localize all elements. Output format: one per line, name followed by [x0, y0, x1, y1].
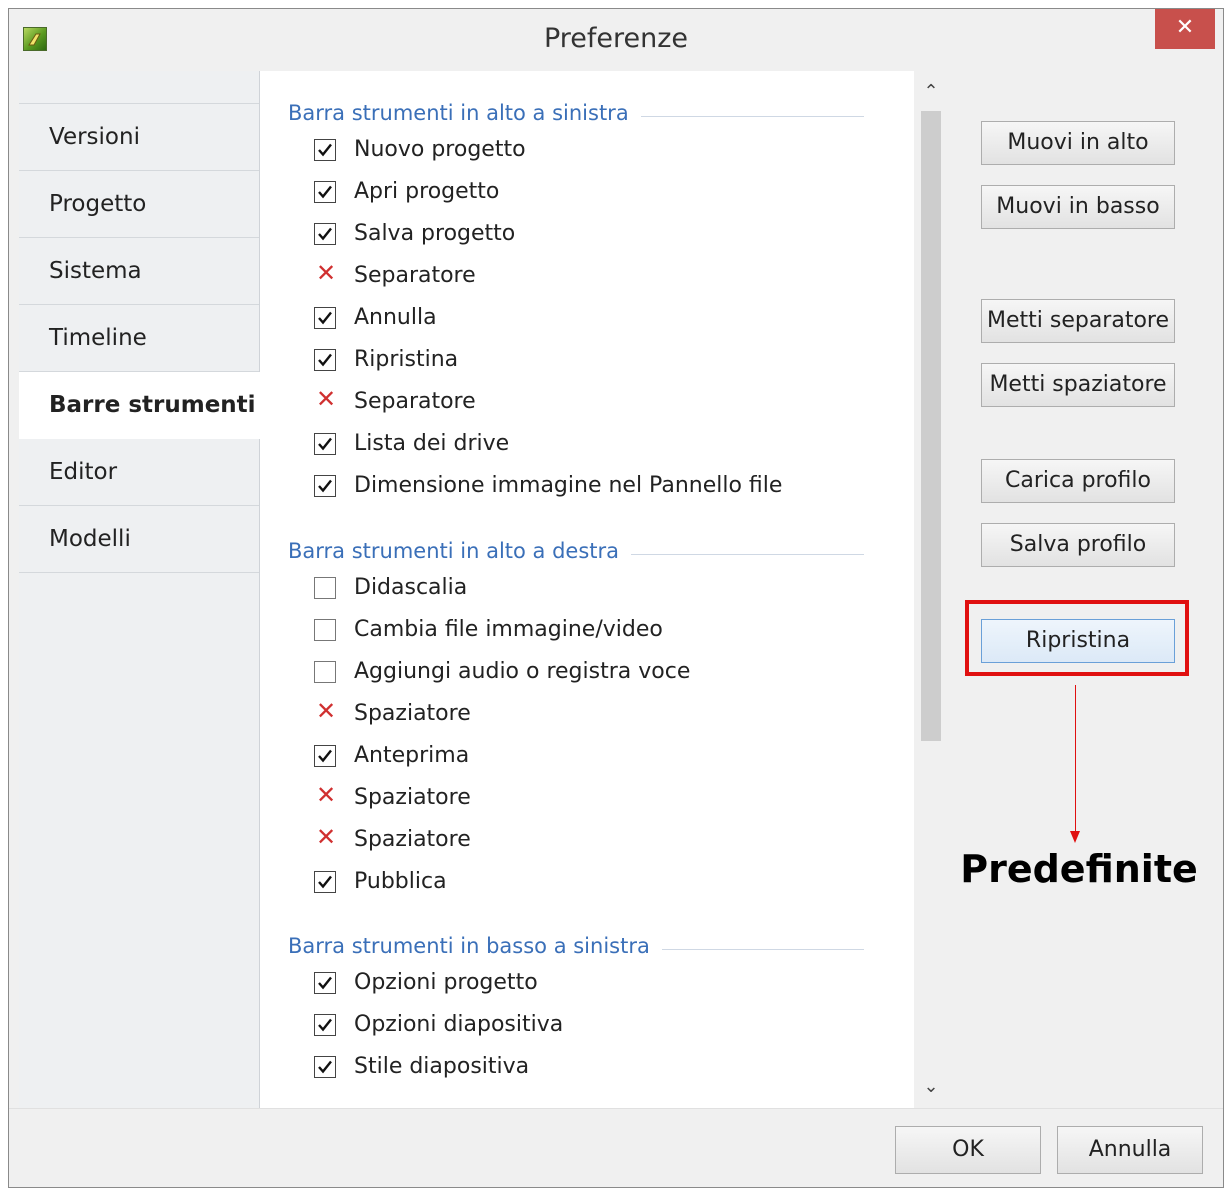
- toolbar-items-panel: Barra strumenti in alto a sinistra Nuovo …: [260, 71, 914, 1108]
- group-header: Barra strumenti in alto a sinistra: [288, 101, 864, 131]
- sidebar-item-timeline[interactable]: Timeline: [19, 305, 259, 372]
- list-item-label: Separatore: [354, 389, 476, 414]
- load-profile-button[interactable]: Carica profilo: [981, 459, 1175, 503]
- checkbox-empty-icon[interactable]: [314, 619, 336, 641]
- list-item-label: Stile diapositiva: [354, 1054, 530, 1079]
- sidebar-item-progetto[interactable]: Progetto: [19, 171, 259, 238]
- list-item-label: Separatore: [354, 263, 476, 288]
- vertical-scrollbar[interactable]: ⌃ ⌄: [915, 71, 947, 1108]
- list-item-label: Spaziatore: [354, 701, 471, 726]
- save-profile-button[interactable]: Salva profilo: [981, 523, 1175, 567]
- arrow-head-icon: [1070, 831, 1080, 843]
- list-item-label: Ripristina: [354, 347, 459, 372]
- checkbox-empty-icon[interactable]: [314, 577, 336, 599]
- group-header: Barra strumenti in alto a destra: [288, 539, 864, 569]
- list-item-label: Didascalia: [354, 575, 468, 600]
- group-header: Barra strumenti in basso a sinistra: [288, 934, 864, 964]
- sidebar-item-editor[interactable]: Editor: [19, 439, 259, 506]
- red-x-icon[interactable]: ✕: [316, 261, 338, 285]
- list-item-label: Apri progetto: [354, 179, 500, 204]
- list-item-label: Opzioni progetto: [354, 970, 538, 995]
- close-button[interactable]: ✕: [1155, 9, 1215, 49]
- checkbox-checked-icon[interactable]: [314, 181, 336, 203]
- cancel-button[interactable]: Annulla: [1057, 1126, 1203, 1174]
- sidebar-item-barre-strumenti[interactable]: Barre strumenti: [19, 372, 260, 439]
- group-header-label: Barra strumenti in basso a sinistra: [288, 934, 662, 958]
- red-x-icon[interactable]: ✕: [316, 825, 338, 849]
- annotation-arrow: [1075, 685, 1076, 835]
- checkbox-checked-icon[interactable]: [314, 475, 336, 497]
- group-header-label: Barra strumenti in alto a sinistra: [288, 101, 641, 125]
- checkbox-checked-icon[interactable]: [314, 1014, 336, 1036]
- list-item-label: Anteprima: [354, 743, 470, 768]
- highlight-box: [965, 600, 1189, 676]
- checkbox-checked-icon[interactable]: [314, 1056, 336, 1078]
- scroll-down-icon[interactable]: ⌄: [915, 1072, 947, 1102]
- sidebar-item-sistema[interactable]: Sistema: [19, 238, 259, 305]
- move-down-button[interactable]: Muovi in basso: [981, 185, 1175, 229]
- sidebar-nav: Versioni Progetto Sistema Timeline Barre str…: [19, 104, 260, 573]
- checkbox-checked-icon[interactable]: [314, 349, 336, 371]
- list-item-label: Dimensione immagine nel Pannello file: [354, 473, 783, 498]
- scroll-thumb[interactable]: [921, 111, 941, 741]
- list-item-label: Spaziatore: [354, 785, 471, 810]
- list-item-label: Aggiungi audio o registra voce: [354, 659, 691, 684]
- list-item-label: Pubblica: [354, 869, 447, 894]
- title-bar: Preferenze ✕: [9, 9, 1223, 71]
- checkbox-checked-icon[interactable]: [314, 433, 336, 455]
- group-header-label: Barra strumenti in alto a destra: [288, 539, 632, 563]
- footer-divider: [9, 1108, 1223, 1109]
- checkbox-checked-icon[interactable]: [314, 223, 336, 245]
- window-title: Preferenze: [543, 23, 689, 54]
- list-item-label: Salva progetto: [354, 221, 516, 246]
- annotation-label: Predefinite: [960, 847, 1198, 891]
- list-item-label: Nuovo progetto: [354, 137, 526, 162]
- checkbox-checked-icon[interactable]: [314, 307, 336, 329]
- red-x-icon[interactable]: ✕: [316, 387, 338, 411]
- add-spacer-button[interactable]: Metti spaziatore: [981, 363, 1175, 407]
- checkbox-checked-icon[interactable]: [314, 745, 336, 767]
- list-item-label: Cambia file immagine/video: [354, 617, 663, 642]
- checkbox-checked-icon[interactable]: [314, 972, 336, 994]
- preferences-window: Preferenze ✕ Versioni Progetto Sistema Time…: [8, 8, 1224, 1188]
- ok-button[interactable]: OK: [895, 1126, 1041, 1174]
- list-item-label: Annulla: [354, 305, 437, 330]
- list-item-label: Opzioni diapositiva: [354, 1012, 564, 1037]
- list-item-label: Lista dei drive: [354, 431, 510, 456]
- red-x-icon[interactable]: ✕: [316, 699, 338, 723]
- scroll-up-icon[interactable]: ⌃: [915, 77, 947, 107]
- add-separator-button[interactable]: Metti separatore: [981, 299, 1175, 343]
- sidebar-item-versioni[interactable]: Versioni: [19, 104, 259, 171]
- red-x-icon[interactable]: ✕: [316, 783, 338, 807]
- checkbox-checked-icon[interactable]: [314, 871, 336, 893]
- sidebar-item-modelli[interactable]: Modelli: [19, 506, 259, 573]
- checkbox-empty-icon[interactable]: [314, 661, 336, 683]
- move-up-button[interactable]: Muovi in alto: [981, 121, 1175, 165]
- list-item-label: Spaziatore: [354, 827, 471, 852]
- checkbox-checked-icon[interactable]: [314, 139, 336, 161]
- sidebar: Versioni Progetto Sistema Timeline Barre str…: [19, 71, 260, 1108]
